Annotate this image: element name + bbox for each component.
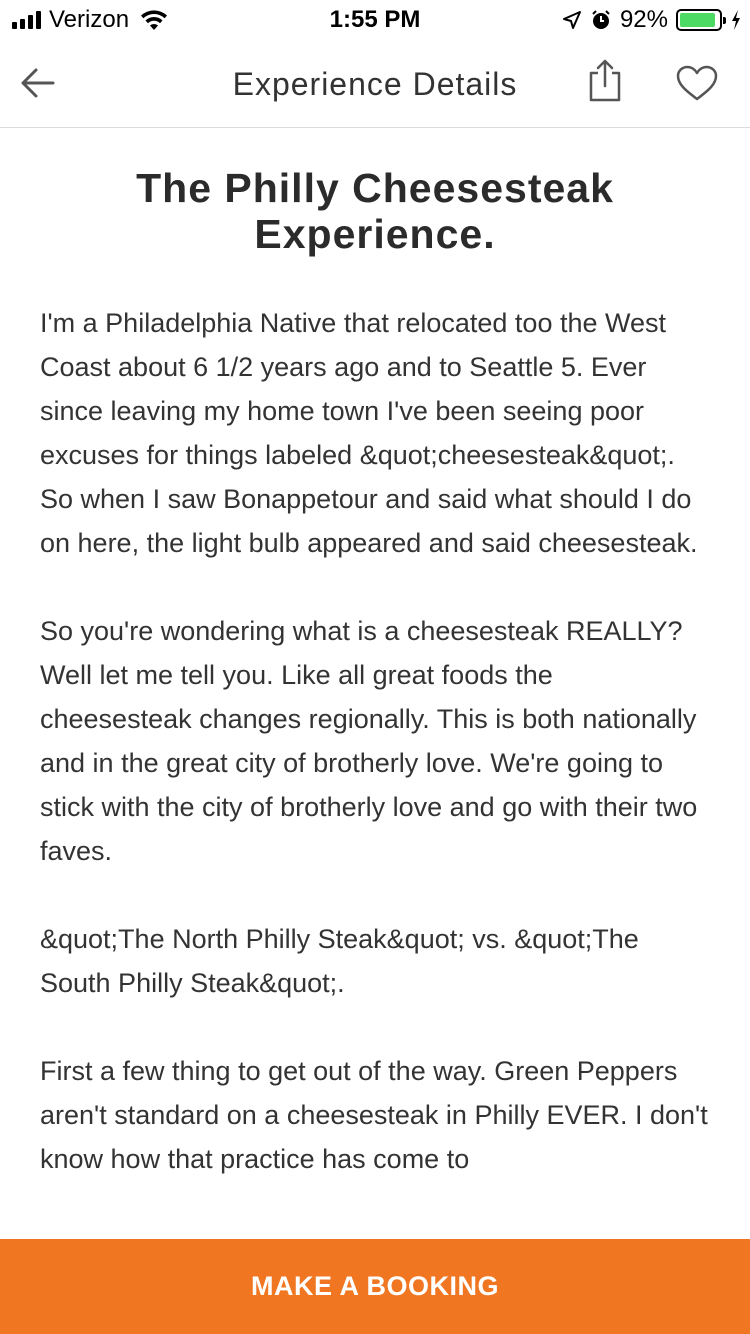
alarm-icon bbox=[592, 10, 610, 29]
heart-icon bbox=[676, 65, 718, 101]
nav-title: Experience Details bbox=[232, 66, 518, 102]
nav-bar: Experience Details bbox=[0, 40, 750, 128]
status-left: Verizon bbox=[12, 6, 169, 34]
status-right: 92% bbox=[562, 6, 742, 34]
share-button[interactable] bbox=[582, 54, 628, 106]
favorite-button[interactable] bbox=[672, 60, 722, 106]
description-paragraph: &quot;The North Philly Steak&quot; vs. &… bbox=[40, 924, 639, 998]
battery-icon bbox=[676, 9, 726, 31]
experience-title: The Philly Cheesesteak Experience. bbox=[136, 165, 614, 257]
description-paragraph: First a few thing to get out of the way.… bbox=[40, 1056, 708, 1174]
back-button[interactable] bbox=[14, 60, 60, 106]
wifi-icon bbox=[141, 10, 168, 30]
booking-label: MAKE A BOOKING bbox=[251, 1271, 499, 1301]
experience-content[interactable]: The Philly Cheesesteak Experience. I'm a… bbox=[0, 129, 750, 1239]
description-paragraph: I'm a Philadelphia Native that relocated… bbox=[40, 308, 698, 558]
location-arrow-icon bbox=[562, 11, 581, 29]
share-icon bbox=[589, 59, 621, 102]
experience-description: I'm a Philadelphia Native that relocated… bbox=[40, 301, 710, 1225]
make-booking-button[interactable]: MAKE A BOOKING bbox=[0, 1239, 750, 1334]
charging-icon bbox=[732, 10, 740, 30]
battery-level bbox=[680, 13, 715, 27]
status-bar: Verizon 1:55 PM 92% bbox=[0, 0, 750, 40]
description-paragraph: So you're wondering what is a cheesestea… bbox=[40, 616, 698, 866]
carrier-name: Verizon bbox=[49, 6, 130, 33]
signal-icon bbox=[12, 11, 41, 29]
battery-percent: 92% bbox=[619, 6, 668, 33]
back-arrow-icon bbox=[21, 68, 55, 98]
